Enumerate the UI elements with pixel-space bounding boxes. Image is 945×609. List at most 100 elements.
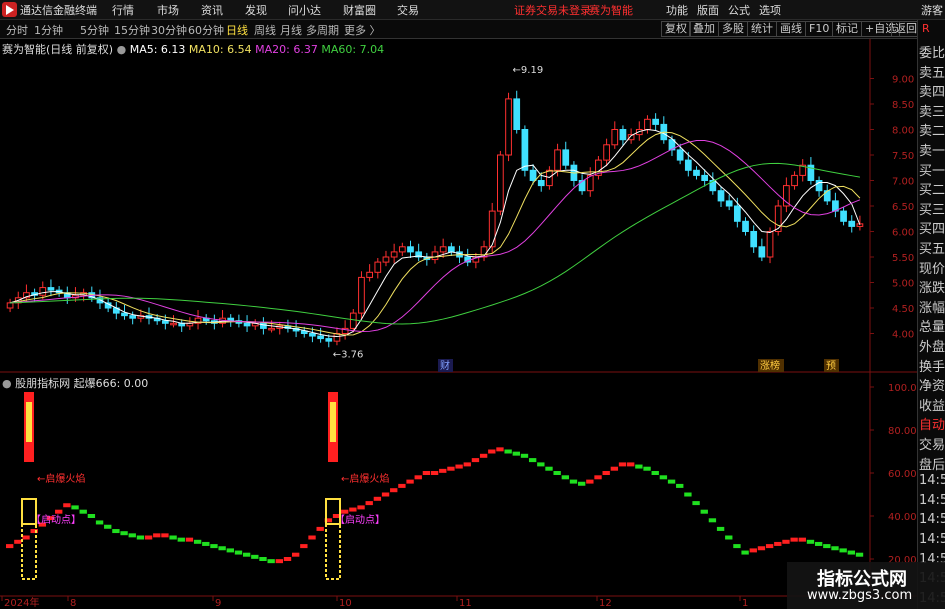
indicator-dot xyxy=(283,557,292,561)
candle-body xyxy=(366,271,373,278)
period-tab-monthly[interactable]: 月线 xyxy=(280,22,302,38)
kline-chart[interactable]: 9.00 8.50 8.00 7.50 7.00 6.50 6.00 5.50 5.00 4.50… xyxy=(0,39,917,609)
indicator-dot xyxy=(757,546,766,551)
indicator-dot xyxy=(831,546,839,551)
side-field-6: 买一 xyxy=(919,163,945,179)
candle-body xyxy=(766,231,774,258)
indicator-dot xyxy=(676,483,684,488)
f10-button[interactable]: F10 xyxy=(805,21,834,37)
indicator-dot xyxy=(586,479,594,484)
indicator-tick-label: 60.00 xyxy=(888,469,917,480)
candle-body xyxy=(47,287,55,291)
indicator-dot xyxy=(512,451,520,456)
main-panel-header: 赛为智能(日线 前复权) ● MA5: 6.13 MA10: 6.54 MA20… xyxy=(2,41,384,57)
side-field-4: 卖二 xyxy=(919,124,945,140)
candle-body xyxy=(823,190,831,202)
menu-item-news[interactable]: 资讯 xyxy=(201,2,223,18)
candle-body xyxy=(407,246,414,253)
restore-rights-button[interactable]: 复权 xyxy=(661,21,691,37)
event-label: 涨榜 xyxy=(760,359,780,372)
menu-item-discover[interactable]: 发现 xyxy=(245,2,267,18)
indicator-dot xyxy=(210,544,218,549)
indicator-dot xyxy=(569,479,578,484)
indicator-dot xyxy=(226,548,234,553)
candle-body xyxy=(840,210,847,222)
low-price-label: ←3.76 xyxy=(333,350,364,361)
candle-body xyxy=(129,315,137,319)
menu-item-function[interactable]: 功能 xyxy=(666,2,688,18)
time-tick-label: 2024年 xyxy=(4,596,39,609)
ma60-line xyxy=(10,162,861,325)
side-field-25: 14:56 xyxy=(919,532,945,547)
period-tab-15min[interactable]: 15分钟 xyxy=(114,22,150,38)
candle-body xyxy=(488,210,496,248)
candle-body xyxy=(676,149,684,161)
mark-button[interactable]: 标记 xyxy=(832,21,862,37)
indicator-dot xyxy=(455,464,463,469)
menu-item-ask[interactable]: 问小达 xyxy=(288,2,321,18)
stats-button[interactable]: 统计 xyxy=(747,21,777,37)
period-tab-daily[interactable]: 日线 xyxy=(226,22,248,38)
period-tab-more[interactable]: 更多 〉 xyxy=(344,22,381,38)
side-field-17: 净资 xyxy=(919,379,945,395)
period-tab-30min[interactable]: 30分钟 xyxy=(151,22,187,38)
menu-item-formula[interactable]: 公式 xyxy=(728,2,750,18)
candle-body xyxy=(742,220,749,233)
settings-icon[interactable]: ● xyxy=(117,43,127,56)
indicator-dot xyxy=(520,453,529,458)
candle-body xyxy=(611,129,619,146)
menu-item-layout[interactable]: 版面 xyxy=(697,2,719,18)
menu-item-trade[interactable]: 交易 xyxy=(397,2,419,18)
candle-body xyxy=(170,322,177,326)
candle-body xyxy=(733,205,741,222)
indicator-dot xyxy=(479,453,488,458)
indicator-dot xyxy=(447,466,455,471)
candle-body xyxy=(325,338,333,342)
guest-button[interactable]: 游客 xyxy=(921,2,943,18)
period-tab-timeshare[interactable]: 分时 xyxy=(6,22,28,38)
draw-line-button[interactable]: 画线 xyxy=(776,21,806,37)
candle-body xyxy=(725,200,733,207)
menu-item-market[interactable]: 市场 xyxy=(157,2,179,18)
login-notice[interactable]: 证券交易未登录 xyxy=(514,2,591,18)
indicator-dot xyxy=(259,557,267,561)
indicator-dot xyxy=(765,544,774,549)
indicator-dot xyxy=(316,526,324,531)
side-field-9: 买四 xyxy=(919,222,945,238)
multi-stock-button[interactable]: 多股 xyxy=(718,21,748,37)
time-tick-label: 8 xyxy=(70,598,76,609)
side-field-7: 买二 xyxy=(919,183,945,199)
indicator-dot xyxy=(749,548,757,553)
side-field-18: 收益 xyxy=(919,398,945,414)
candle-body xyxy=(513,98,521,131)
ma5-label: MA5: 6.13 xyxy=(129,43,186,56)
indicator-dot xyxy=(55,509,63,514)
candle-body xyxy=(537,180,545,187)
indicator-dot xyxy=(218,546,226,551)
overlay-button[interactable]: 叠加 xyxy=(689,21,719,37)
period-tab-60min[interactable]: 60分钟 xyxy=(188,22,224,38)
menu-item-quotes[interactable]: 行情 xyxy=(112,2,134,18)
menu-item-options[interactable]: 选项 xyxy=(759,2,781,18)
menu-item-wealth[interactable]: 财富圈 xyxy=(343,2,376,18)
period-tab-5min[interactable]: 5分钟 xyxy=(80,22,109,38)
indicator-dot xyxy=(6,544,14,549)
indicator-dot xyxy=(847,550,856,555)
candle-body xyxy=(848,220,856,227)
settings-icon[interactable]: ● xyxy=(2,377,12,390)
side-field-24: 14:56 xyxy=(919,512,945,528)
start-point-annotation: 【启动点】 xyxy=(335,513,385,526)
candle-body xyxy=(603,144,610,161)
period-tab-1min[interactable]: 1分钟 xyxy=(34,22,63,38)
side-field-1: 卖五 xyxy=(919,65,945,81)
period-tab-multi[interactable]: 多周期 xyxy=(306,22,339,38)
candle-body xyxy=(358,276,365,314)
price-tick-label: 5.50 xyxy=(892,253,914,264)
indicator-dot xyxy=(504,449,512,454)
indicator-dot xyxy=(790,537,798,542)
indicator-dot xyxy=(708,518,717,523)
indicator-dot xyxy=(177,537,185,542)
indicator-dot xyxy=(782,539,790,544)
period-tab-weekly[interactable]: 周线 xyxy=(254,22,276,38)
price-tick-label: 5.00 xyxy=(892,279,914,290)
